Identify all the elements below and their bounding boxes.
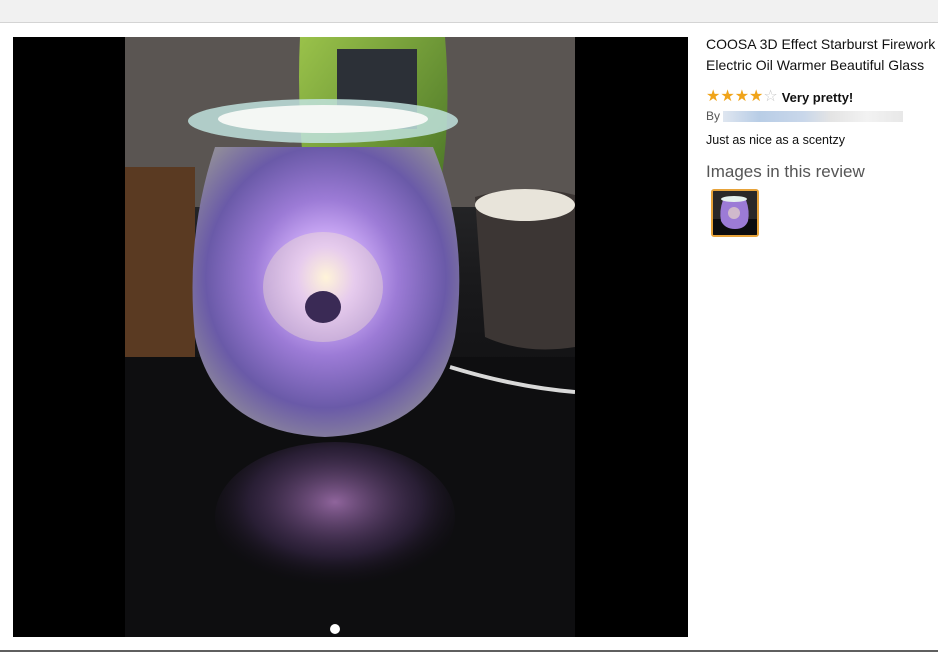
- product-title-line-2[interactable]: Electric Oil Warmer Beautiful Glass: [706, 55, 938, 76]
- rating-row: ★ ★ ★ ★ ☆ Very pretty!: [706, 88, 938, 106]
- star-rating: ★ ★ ★ ★ ☆: [706, 89, 778, 105]
- review-image-viewer[interactable]: [13, 37, 688, 637]
- review-byline: By: [706, 108, 938, 124]
- star-icon: ★: [720, 88, 735, 105]
- product-title-line-1[interactable]: COOSA 3D Effect Starburst Firework: [706, 34, 938, 55]
- review-body: Just as nice as a scentzy: [706, 133, 845, 147]
- review-image-thumbnail[interactable]: [711, 189, 759, 237]
- review-panel: COOSA 3D Effect Starburst Firework Elect…: [706, 34, 938, 237]
- star-icon: ★: [749, 88, 764, 105]
- review-title: Very pretty!: [781, 89, 854, 105]
- images-heading: Images in this review: [706, 162, 865, 181]
- browser-top-bar: [0, 0, 938, 23]
- star-empty-icon: ☆: [763, 88, 778, 105]
- star-icon: ★: [734, 88, 750, 105]
- by-label: By: [706, 109, 721, 123]
- review-photo: [125, 37, 575, 637]
- reviewer-name-blurred[interactable]: [723, 110, 904, 122]
- star-icon: ★: [706, 88, 721, 105]
